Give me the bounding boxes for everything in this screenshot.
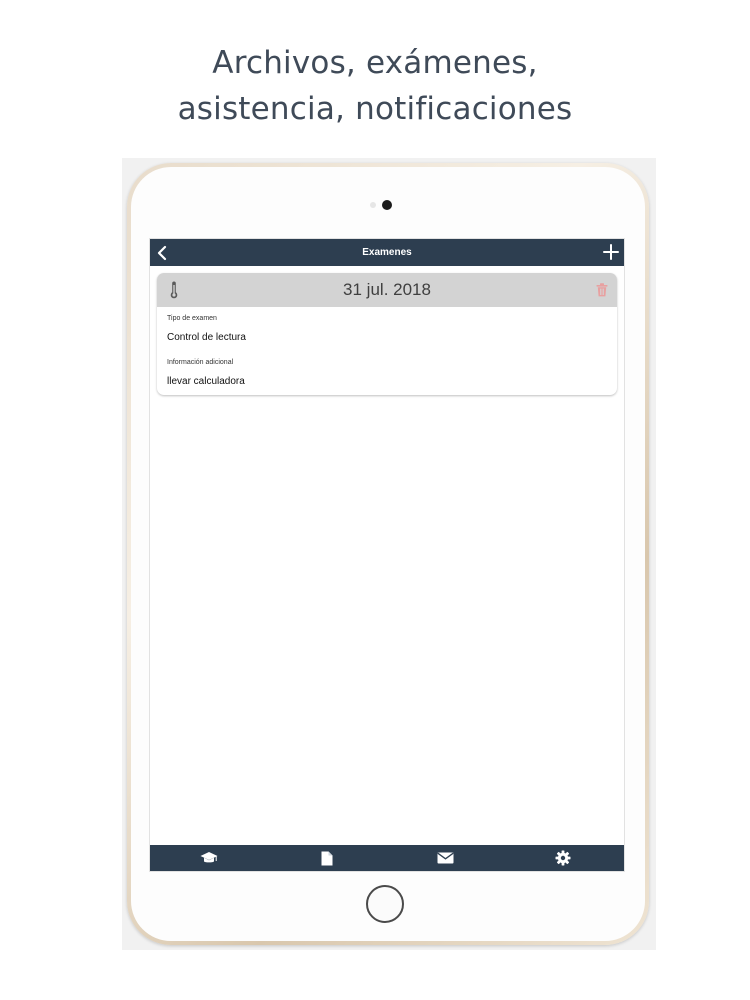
tab-exams[interactable]	[150, 845, 268, 871]
exam-type-label: Tipo de examen	[167, 315, 217, 322]
promo-headline: Archivos, exámenes, asistencia, notifica…	[0, 40, 750, 132]
gear-icon	[555, 850, 571, 866]
app-screen: Examenes 31 jul. 2018 Tipo de examen Con…	[150, 239, 624, 871]
add-exam-button[interactable]	[601, 242, 621, 262]
navigation-bar: Examenes	[150, 239, 624, 266]
additional-info-value: llevar calculadora	[167, 376, 245, 387]
exam-date: 31 jul. 2018	[343, 280, 431, 299]
tab-files[interactable]	[268, 845, 386, 871]
home-button[interactable]	[366, 885, 404, 923]
trash-icon[interactable]	[596, 283, 608, 297]
tab-settings[interactable]	[504, 845, 622, 871]
app-store-promo-page: Archivos, exámenes, asistencia, notifica…	[0, 0, 750, 1000]
plus-icon	[603, 244, 619, 260]
exam-type-value: Control de lectura	[167, 332, 246, 343]
front-camera	[382, 200, 392, 210]
ambient-sensor	[370, 202, 376, 208]
exam-card-header: 31 jul. 2018	[157, 273, 617, 307]
tab-messages[interactable]	[386, 845, 504, 871]
promo-headline-line-2: asistencia, notificaciones	[177, 91, 573, 127]
graduation-cap-icon	[200, 852, 218, 863]
promo-headline-line-1: Archivos, exámenes,	[212, 45, 538, 81]
document-icon	[321, 851, 333, 865]
nav-title: Examenes	[362, 247, 412, 258]
additional-info-label: Información adicional	[167, 359, 234, 366]
envelope-icon	[436, 852, 454, 864]
exam-card[interactable]: 31 jul. 2018 Tipo de examen Control de l…	[157, 273, 617, 395]
tab-bar	[150, 845, 624, 871]
